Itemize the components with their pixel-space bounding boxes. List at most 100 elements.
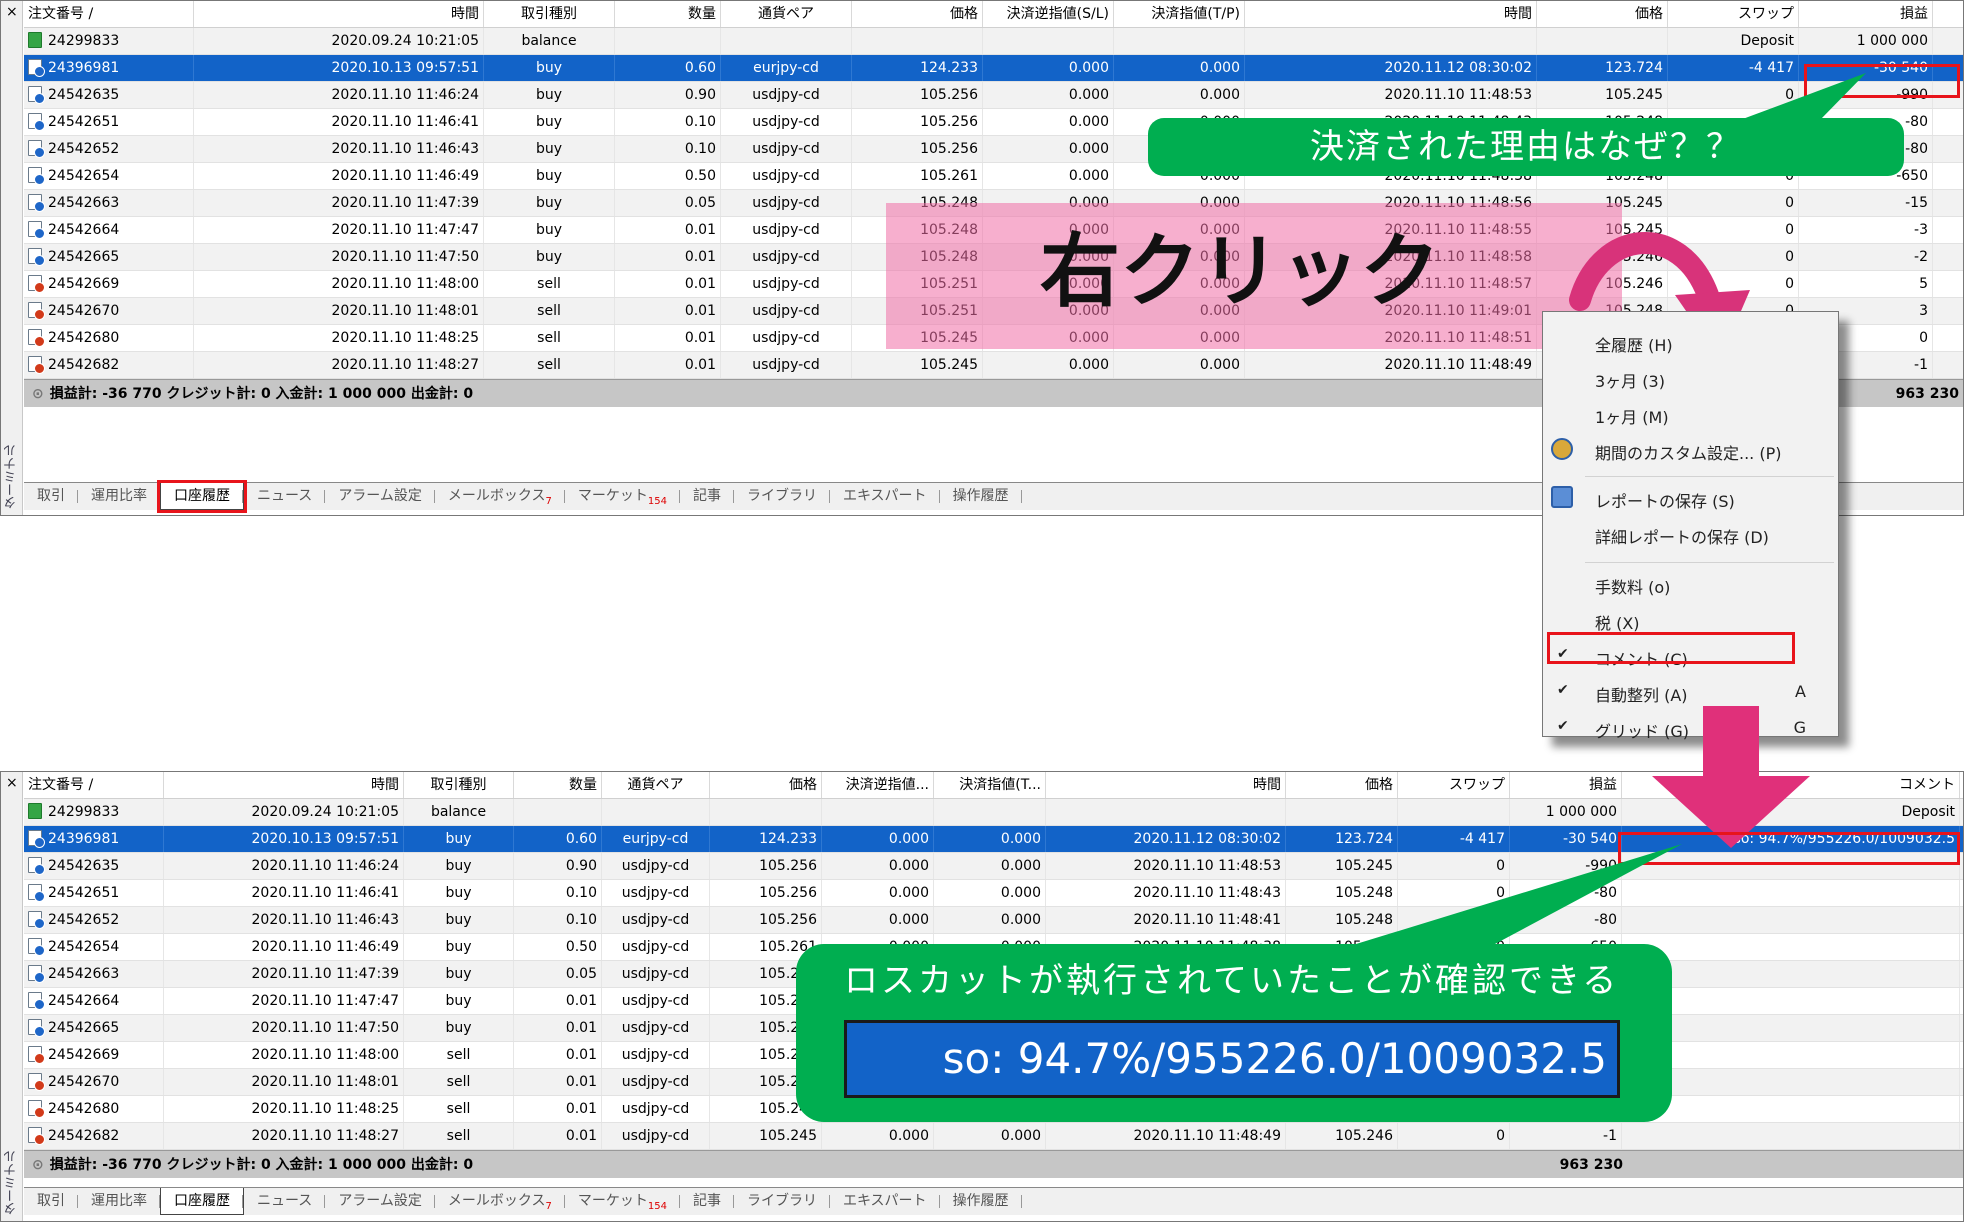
tab-0[interactable]: 取引: [24, 483, 78, 510]
tab-1[interactable]: 運用比率: [78, 483, 160, 510]
table-cell: 0.000: [934, 1123, 1046, 1149]
tab-3[interactable]: ニュース: [244, 483, 326, 510]
tab-10[interactable]: 操作履歴: [940, 1188, 1022, 1215]
menu-item-label: 手数料 (o): [1595, 578, 1671, 597]
column-header[interactable]: 価格: [1537, 1, 1668, 27]
confirmation-callout: ロスカットが執行されていたことが確認できる so: 94.7%/955226.0…: [796, 944, 1672, 1122]
calendar-clock-icon: [1551, 438, 1573, 460]
tab-label: 運用比率: [91, 488, 147, 504]
buy-order-icon: [28, 884, 45, 902]
table-cell: 2020.11.10 11:48:01: [164, 1069, 404, 1095]
checkmark-icon: ✔: [1557, 682, 1569, 698]
tab-2[interactable]: 口座履歴: [160, 1188, 244, 1215]
column-header[interactable]: 価格: [1286, 772, 1398, 798]
tab-6[interactable]: マーケット154: [565, 483, 681, 510]
table-cell: 0.000: [983, 136, 1114, 162]
tab-8[interactable]: ライブラリ: [734, 1188, 830, 1215]
tab-6[interactable]: マーケット154: [565, 1188, 681, 1215]
deposit-icon: [28, 32, 42, 48]
column-header[interactable]: 数量: [615, 1, 721, 27]
table-cell: -3: [1799, 217, 1933, 243]
table-cell: [1046, 799, 1286, 825]
tab-5[interactable]: メールボックス7: [435, 483, 565, 510]
menu-item[interactable]: 手数料 (o): [1543, 570, 1838, 598]
column-header[interactable]: 取引種別: [484, 1, 615, 27]
order-number: 24542651: [48, 885, 120, 901]
close-icon[interactable]: ×: [6, 5, 18, 19]
order-number: 24396981: [48, 60, 120, 76]
column-header[interactable]: 時間: [1245, 1, 1537, 27]
column-header[interactable]: 決済逆指値(S/L): [983, 1, 1114, 27]
sell-order-icon: [28, 275, 45, 293]
menu-item[interactable]: 期間のカスタム設定... (P): [1543, 436, 1838, 464]
menu-item[interactable]: ✔ 自動整列 (A) A: [1543, 678, 1838, 706]
sell-order-icon: [28, 1127, 45, 1145]
tab-0[interactable]: 取引: [24, 1188, 78, 1215]
down-arrow-icon: [1652, 706, 1810, 848]
column-header[interactable]: 注文番号 /: [24, 1, 194, 27]
tab-label: 運用比率: [91, 1193, 147, 1209]
tab-label: メールボックス: [447, 1193, 546, 1209]
tab-4[interactable]: アラーム設定: [325, 483, 435, 510]
menu-item[interactable]: 税 (X): [1543, 606, 1838, 634]
table-row[interactable]: 24396981 2020.10.13 09:57:51 buy 0.60 eurjpy…: [24, 55, 1963, 82]
column-header[interactable]: 数量: [514, 772, 602, 798]
column-header[interactable]: 決済逆指値...: [822, 772, 934, 798]
menu-item[interactable]: 1ヶ月 (M): [1543, 400, 1838, 428]
column-header[interactable]: 時間: [194, 1, 484, 27]
table-cell: 0.000: [934, 826, 1046, 852]
column-header[interactable]: 注文番号 /: [24, 772, 164, 798]
callout-pointer: [1330, 844, 1682, 952]
column-header[interactable]: 決済指値(T...: [934, 772, 1046, 798]
totals-value: 963 230: [1559, 1157, 1623, 1173]
menu-item[interactable]: 全履歴 (H): [1543, 328, 1838, 356]
column-header[interactable]: 損益: [1510, 772, 1622, 798]
table-row[interactable]: 24299833 2020.09.24 10:21:05 balance Deposi…: [24, 28, 1963, 55]
table-cell: 0.01: [514, 988, 602, 1014]
table-cell: 24396981: [24, 55, 194, 81]
tab-7[interactable]: 記事: [680, 1188, 734, 1215]
table-cell: [1286, 799, 1398, 825]
right-click-label: 右クリック: [1040, 225, 1440, 318]
column-header[interactable]: 通貨ペア: [721, 1, 852, 27]
table-row[interactable]: 24542635 2020.11.10 11:46:24 buy 0.90 usdjpy…: [24, 82, 1963, 109]
menu-item-label: 自動整列 (A): [1595, 686, 1688, 705]
column-header[interactable]: 損益: [1799, 1, 1933, 27]
tab-9[interactable]: エキスパート: [830, 483, 940, 510]
column-header[interactable]: 通貨ペア: [602, 772, 710, 798]
table-cell: usdjpy-cd: [721, 163, 852, 189]
tab-5[interactable]: メールボックス7: [435, 1188, 565, 1215]
table-cell: [1537, 28, 1668, 54]
terminal-sidebar: × ターミナル: [1, 1, 23, 515]
order-number: 24542663: [48, 195, 120, 211]
tab-1[interactable]: 運用比率: [78, 1188, 160, 1215]
table-cell: 0.000: [983, 82, 1114, 108]
tab-label: 取引: [37, 488, 65, 504]
confirmation-text: ロスカットが執行されていたことが確認できる: [844, 961, 1620, 1001]
table-cell: 0.10: [615, 109, 721, 135]
column-header[interactable]: 決済指値(T/P): [1114, 1, 1245, 27]
tab-9[interactable]: エキスパート: [830, 1188, 940, 1215]
table-cell: usdjpy-cd: [721, 298, 852, 324]
menu-item[interactable]: レポートの保存 (S): [1543, 484, 1838, 512]
column-header[interactable]: 取引種別: [404, 772, 514, 798]
save-report-icon: [1551, 486, 1573, 508]
column-header[interactable]: スワップ: [1398, 772, 1510, 798]
column-header[interactable]: 時間: [164, 772, 404, 798]
tab-7[interactable]: 記事: [680, 483, 734, 510]
column-header[interactable]: 価格: [710, 772, 822, 798]
table-row[interactable]: 24542682 2020.11.10 11:48:27 sell 0.01 usdjp…: [24, 1123, 1963, 1150]
tab-10[interactable]: 操作履歴: [940, 483, 1022, 510]
tab-8[interactable]: ライブラリ: [734, 483, 830, 510]
tab-3[interactable]: ニュース: [244, 1188, 326, 1215]
tab-2[interactable]: 口座履歴: [157, 480, 247, 513]
tab-label: アラーム設定: [338, 488, 422, 504]
tab-4[interactable]: アラーム設定: [325, 1188, 435, 1215]
column-header[interactable]: スワップ: [1668, 1, 1799, 27]
close-icon[interactable]: ×: [6, 776, 18, 790]
menu-item[interactable]: 3ヶ月 (3): [1543, 364, 1838, 392]
column-header[interactable]: 価格: [852, 1, 983, 27]
menu-item[interactable]: 詳細レポートの保存 (D): [1543, 520, 1838, 548]
column-header[interactable]: 時間: [1046, 772, 1286, 798]
table-cell: buy: [404, 988, 514, 1014]
